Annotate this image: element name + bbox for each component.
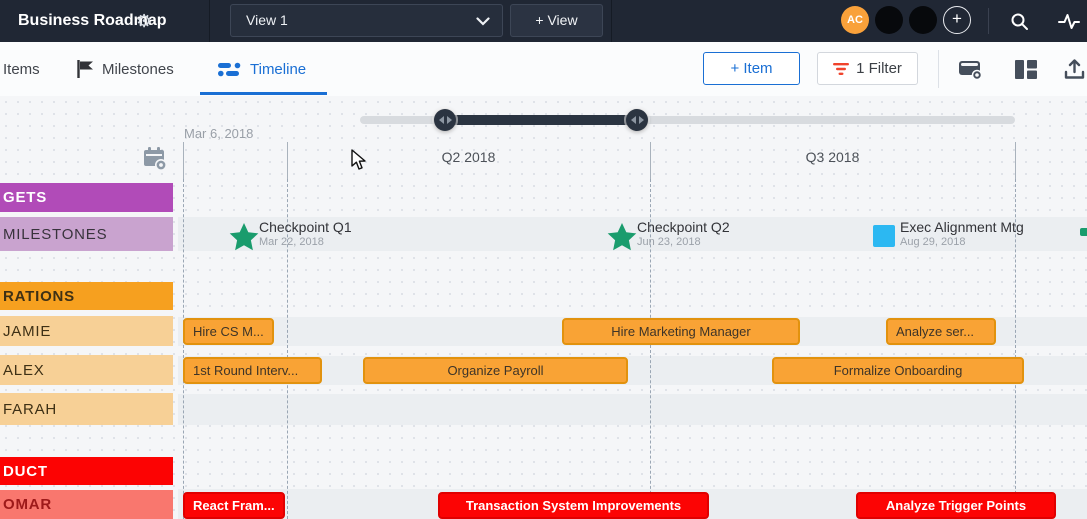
calendar-gear-icon[interactable] bbox=[142, 146, 169, 172]
milestone-icon-wrap[interactable] bbox=[606, 221, 638, 258]
star-milestone-icon bbox=[228, 221, 260, 253]
timeline-bar[interactable]: React Fram... bbox=[183, 492, 285, 519]
timeline-zoom-slider-range[interactable] bbox=[445, 115, 637, 125]
group-row-alex[interactable]: ALEX bbox=[0, 355, 173, 385]
timeline-gridline bbox=[183, 179, 184, 519]
group-row-milestones[interactable]: MILESTONES bbox=[0, 217, 173, 251]
group-row-rations[interactable]: RATIONS bbox=[0, 282, 173, 310]
square-milestone-icon bbox=[873, 225, 895, 247]
group-row-omar[interactable]: OMAR bbox=[0, 490, 173, 519]
milestone-label: Exec Alignment Mtg bbox=[900, 219, 1024, 236]
milestone-icon-wrap[interactable] bbox=[228, 221, 260, 258]
quarter-tick bbox=[650, 142, 651, 179]
slider-handle-right[interactable] bbox=[626, 109, 648, 131]
quarter-tick bbox=[1015, 142, 1016, 179]
milestone-date: Aug 29, 2018 bbox=[900, 236, 1024, 249]
timeline-bar[interactable]: Hire Marketing Manager bbox=[562, 318, 800, 345]
group-row-jamie[interactable]: JAMIE bbox=[0, 316, 173, 346]
milestone-label: Checkpoint Q2 bbox=[637, 219, 730, 236]
milestone-date: Mar 22, 2018 bbox=[259, 236, 352, 249]
quarter-header-q3: Q3 2018 bbox=[650, 149, 1015, 169]
timeline-bar[interactable]: Formalize Onboarding bbox=[772, 357, 1024, 384]
quarter-header-q2: Q2 2018 bbox=[287, 149, 650, 169]
triangle-right-icon bbox=[639, 116, 644, 124]
milestone-clipped[interactable] bbox=[1080, 228, 1087, 236]
triangle-left-icon bbox=[439, 116, 444, 124]
group-row-farah[interactable]: FARAH bbox=[0, 393, 173, 425]
slider-handle-left[interactable] bbox=[434, 109, 456, 131]
group-row-duct[interactable]: DUCT bbox=[0, 457, 173, 485]
milestone-label: Checkpoint Q1 bbox=[259, 219, 352, 236]
timeline-row-strip bbox=[178, 394, 1087, 425]
quarter-tick bbox=[287, 142, 288, 179]
mouse-cursor bbox=[351, 149, 368, 171]
timeline-bar[interactable]: Analyze Trigger Points bbox=[856, 492, 1056, 519]
timeline-bar[interactable]: Organize Payroll bbox=[363, 357, 628, 384]
milestone-date: Jun 23, 2018 bbox=[637, 236, 730, 249]
timeline-view: Mar 6, 2018 Q2 2018 Q3 2018 GETS MILESTON… bbox=[0, 96, 1087, 519]
app-window: Business Roadmap ⚙ View 1 + View AC + It… bbox=[0, 0, 1087, 519]
group-row-gets[interactable]: GETS bbox=[0, 183, 173, 212]
timeline-bar[interactable]: Transaction System Improvements bbox=[438, 492, 709, 519]
milestone-item[interactable]: Checkpoint Q2Jun 23, 2018 bbox=[637, 219, 730, 249]
timeline-start-date: Mar 6, 2018 bbox=[184, 126, 253, 141]
timeline-bar[interactable]: Analyze ser... bbox=[886, 318, 996, 345]
milestone-item[interactable]: Exec Alignment MtgAug 29, 2018 bbox=[900, 219, 1024, 249]
milestone-icon-wrap[interactable] bbox=[873, 225, 895, 252]
timeline-bar[interactable]: Hire CS M... bbox=[183, 318, 274, 345]
quarter-tick bbox=[183, 142, 184, 179]
star-milestone-icon bbox=[606, 221, 638, 253]
timeline-bar[interactable]: 1st Round Interv... bbox=[183, 357, 322, 384]
milestone-item[interactable]: Checkpoint Q1Mar 22, 2018 bbox=[259, 219, 352, 249]
triangle-right-icon bbox=[447, 116, 452, 124]
triangle-left-icon bbox=[631, 116, 636, 124]
